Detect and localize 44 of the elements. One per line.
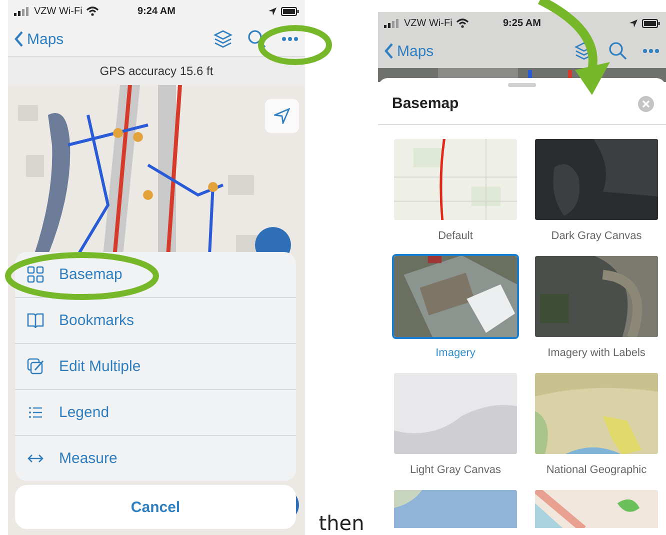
search-icon[interactable] [247, 29, 267, 49]
status-time: 9:24 AM [138, 6, 176, 16]
layers-icon[interactable] [213, 29, 233, 49]
menu-item[interactable]: Basemap [15, 252, 296, 298]
list-icon [27, 404, 44, 421]
signal-icon [14, 6, 30, 16]
status-time: 9:25 AM [503, 18, 541, 28]
close-icon[interactable] [638, 96, 654, 112]
location-icon [628, 18, 638, 28]
chevron-left-icon [384, 43, 394, 59]
navigation-arrow-icon [274, 108, 290, 124]
basemap-label: Light Gray Canvas [410, 463, 502, 478]
back-button[interactable]: Maps [382, 40, 436, 62]
menu-item[interactable]: Legend [15, 390, 296, 436]
basemap-label: Imagery [436, 346, 476, 361]
carrier-name: VZW Wi-Fi [34, 6, 82, 16]
sheet-title: Basemap [392, 95, 459, 112]
signal-icon [384, 18, 400, 28]
wifi-icon [86, 6, 100, 16]
menu-item[interactable]: Edit Multiple [15, 344, 296, 390]
battery-icon [280, 6, 299, 16]
search-icon[interactable] [608, 41, 628, 61]
basemap-label: Dark Gray Canvas [551, 229, 642, 244]
more-icon[interactable] [642, 48, 660, 54]
menu-item[interactable]: Bookmarks [15, 298, 296, 344]
basemap-label: Imagery with Labels [548, 346, 646, 361]
basemap-label: Default [438, 229, 473, 244]
battery-icon [642, 18, 660, 28]
cancel-button[interactable]: Cancel [15, 485, 296, 529]
drag-handle[interactable] [508, 83, 536, 87]
basemap-label: National Geographic [546, 463, 647, 478]
grid-icon [27, 266, 44, 283]
edit-icon [27, 358, 44, 375]
carrier-name: VZW Wi-Fi [404, 18, 452, 28]
locate-button[interactable] [265, 99, 299, 133]
book-icon [27, 312, 44, 329]
chevron-left-icon [14, 31, 24, 47]
wifi-icon [456, 18, 470, 28]
location-icon [268, 6, 277, 16]
gps-accuracy-banner: GPS accuracy 15.6 ft [8, 56, 305, 85]
caption-text: then [318, 511, 364, 535]
menu-item[interactable]: Measure [15, 436, 296, 481]
back-button[interactable]: Maps [12, 28, 66, 50]
more-icon[interactable] [281, 36, 299, 42]
